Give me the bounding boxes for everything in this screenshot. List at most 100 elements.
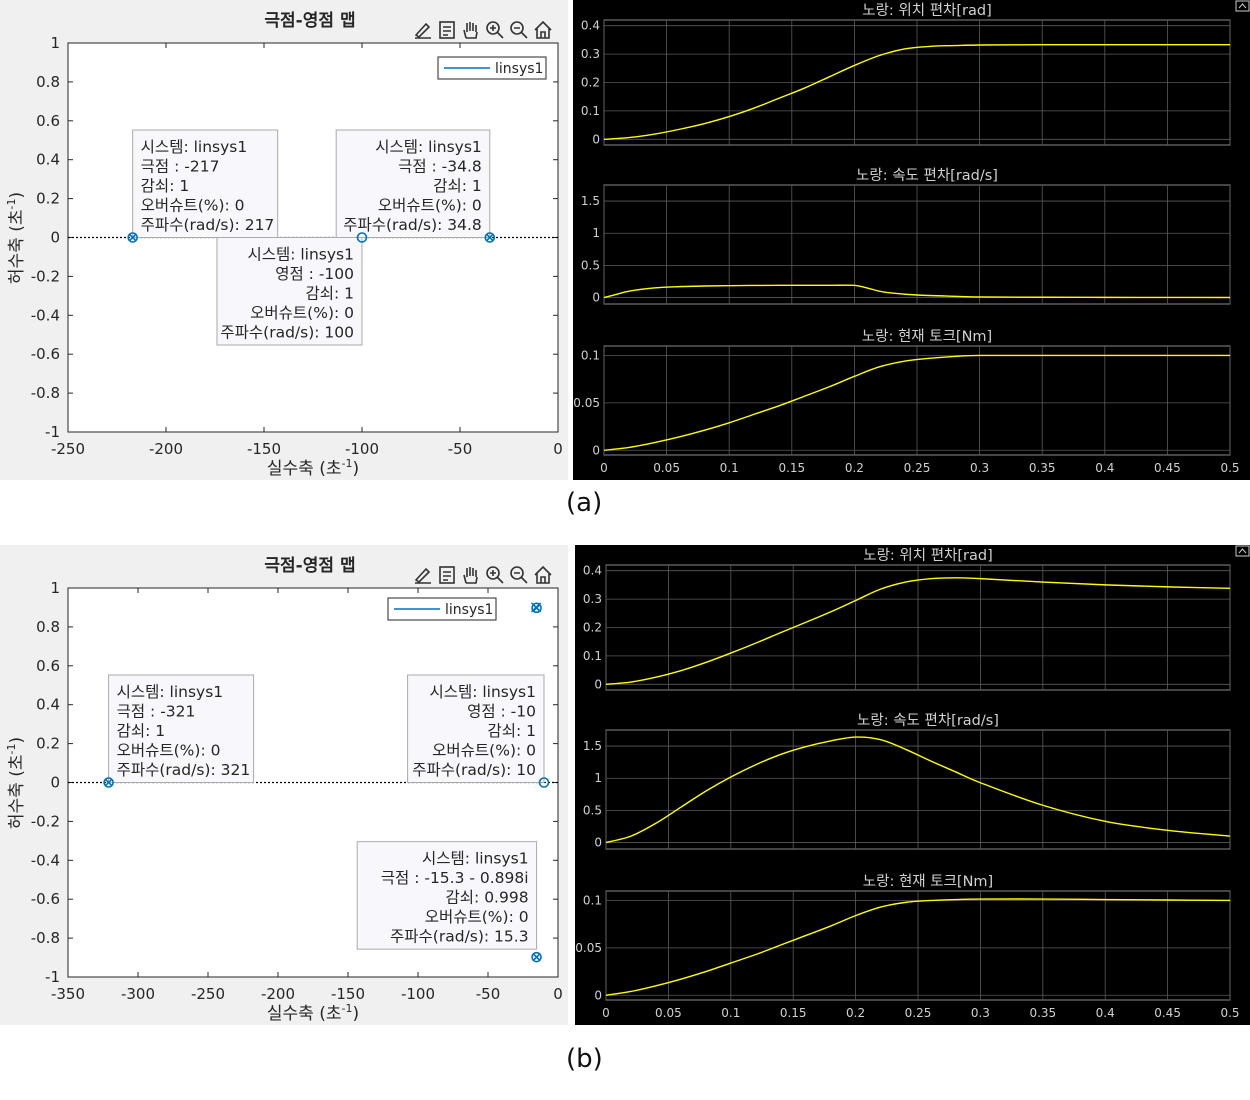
- scope-x-tick-label: 0.4: [1096, 1006, 1115, 1020]
- scope-y-tick-label: 0: [594, 677, 602, 691]
- datatip-line: 감쇠: 0.998: [446, 889, 529, 907]
- scope-x-tick-label: 0.5: [1220, 1006, 1239, 1020]
- scope-y-tick-label: 0.3: [583, 592, 602, 606]
- x-tick-label: -50: [476, 985, 501, 1003]
- x-axis-label: 실수축 (초-1): [267, 1002, 359, 1024]
- scope-y-tick-label: 0.4: [581, 19, 600, 33]
- datatip-line: 감쇠: 1: [141, 177, 190, 195]
- pan-hand-icon[interactable]: [463, 22, 478, 39]
- scope-y-tick-label: 0.4: [583, 564, 602, 578]
- y-tick-label: -0.4: [31, 851, 60, 869]
- scope-y-tick-label: 0.2: [581, 76, 600, 90]
- y-tick-label: 0.8: [36, 618, 60, 636]
- scope-x-tick-label: 0.25: [905, 1006, 932, 1020]
- zoom-out-icon[interactable]: [510, 566, 528, 584]
- scope-panel-b: 노랑: 위치 편차[rad] 0 0.1 0.2 0.3 0.4 노랑: 속도 편차[rad…: [575, 545, 1250, 1025]
- pan-hand-icon[interactable]: [463, 567, 478, 584]
- scope-y-tick-label: 1.5: [583, 739, 602, 753]
- datatip-line: 극점 : -217: [141, 158, 220, 176]
- datatip-icon[interactable]: [439, 566, 455, 584]
- y-tick-label: 0: [50, 229, 60, 247]
- datatip-line: 감쇠: 1: [305, 285, 354, 303]
- datatip-line: 극점 : -34.8: [398, 158, 482, 176]
- scope-x-tick-label: 0.15: [780, 1006, 807, 1020]
- scope-title: 노랑: 위치 편차[rad]: [862, 2, 992, 19]
- scope-chart-b: 노랑: 위치 편차[rad] 0 0.1 0.2 0.3 0.4 노랑: 속도 편차[rad…: [575, 545, 1250, 1020]
- datatip-line: 주파수(rad/s): 321: [117, 761, 251, 779]
- scope-title: 노랑: 속도 편차[rad/s]: [857, 712, 999, 729]
- scope-x-tick-label: 0.15: [778, 461, 805, 475]
- datatip-line: 주파수(rad/s): 15.3: [390, 928, 529, 946]
- scope-y-tick-label: 1: [592, 226, 600, 240]
- home-icon[interactable]: [534, 20, 552, 39]
- datatip-line: 시스템: linsys1: [117, 683, 224, 701]
- pzmap-panel-b: -350 -300 -250 -200 -150 -100 -50 0 -1 -0.8 -0.6 -0…: [0, 545, 568, 1025]
- datatip-line: 오버슈트(%): 0: [117, 742, 221, 760]
- chart-title: 극점-영점 맵: [264, 556, 355, 576]
- datatip-line: 시스템: linsys1: [247, 246, 354, 264]
- scope-y-tick-label: 0.05: [573, 396, 600, 410]
- x-tick-label: -150: [247, 440, 281, 458]
- brush-icon[interactable]: [414, 567, 431, 584]
- scope-y-tick-label: 1.5: [581, 194, 600, 208]
- y-tick-label: 1: [50, 579, 60, 597]
- scope-subplot: 노랑: 위치 편차[rad] 0 0.1 0.2 0.3 0.4: [581, 2, 1231, 146]
- y-axis-label: 허수축 (초-1): [5, 192, 27, 284]
- x-tick-label: -350: [51, 985, 85, 1003]
- home-icon[interactable]: [534, 565, 552, 584]
- x-tick-label: -100: [401, 985, 435, 1003]
- y-axis-label: 허수축 (초-1): [5, 737, 27, 829]
- scope-x-tick-label: 0.1: [720, 461, 739, 475]
- zoom-in-icon[interactable]: [486, 21, 504, 39]
- y-tick-label: 0.6: [36, 657, 60, 675]
- y-tick-label: 0: [50, 774, 60, 792]
- scope-y-tick-label: 1: [594, 771, 602, 785]
- scope-subplot: 노랑: 현재 토크[Nm] 0 0.05 0.1: [575, 873, 1231, 1002]
- datatip-line: 시스템: linsys1: [375, 138, 482, 156]
- scope-x-tick-label: 0.4: [1095, 461, 1114, 475]
- x-tick-label: -150: [331, 985, 365, 1003]
- maximize-icon[interactable]: [1235, 545, 1250, 557]
- scope-title: 노랑: 현재 토크[Nm]: [863, 873, 993, 890]
- scope-x-tick-label: 0.3: [970, 461, 989, 475]
- scope-x-tick-label: 0.25: [904, 461, 931, 475]
- x-tick-label: -100: [345, 440, 379, 458]
- y-tick-label: -0.8: [31, 929, 60, 947]
- datatip-icon[interactable]: [439, 21, 455, 39]
- x-tick-label: -200: [261, 985, 295, 1003]
- scope-subplot: 노랑: 속도 편차[rad/s] 0 0.5 1 1.5: [581, 167, 1231, 305]
- datatip-line: 주파수(rad/s): 34.8: [343, 216, 482, 234]
- datatip-line: 주파수(rad/s): 10: [412, 761, 536, 779]
- scope-chart-a: 노랑: 위치 편차[rad] 0 0.1 0.2 0.3 0.4 노랑: 속도 편차[rad…: [573, 0, 1250, 475]
- scope-x-tick-label: 0.1: [721, 1006, 740, 1020]
- brush-icon[interactable]: [414, 22, 431, 39]
- pzmap-chart-b: -350 -300 -250 -200 -150 -100 -50 0 -1 -0.8 -0.6 -0…: [5, 556, 563, 1024]
- legend-label: linsys1: [495, 61, 543, 77]
- datatip: 시스템: linsys1 영점 : -10감쇠: 1 오버슈트(%): 0주파수(r…: [407, 674, 545, 783]
- y-tick-label: -0.2: [31, 267, 60, 285]
- scope-x-tick-label: 0.05: [653, 461, 680, 475]
- y-tick-label: -1: [45, 968, 60, 986]
- scope-subplot: 노랑: 현재 토크[Nm] 0 0.05 0.1: [573, 328, 1231, 457]
- maximize-icon[interactable]: [1235, 0, 1250, 12]
- legend[interactable]: linsys1: [437, 56, 547, 80]
- scope-y-tick-label: 0: [592, 132, 600, 146]
- scope-subplot: 노랑: 위치 편차[rad] 0 0.1 0.2 0.3 0.4: [583, 547, 1231, 691]
- legend[interactable]: linsys1: [387, 597, 497, 621]
- scope-x-tick-label: 0.35: [1029, 1006, 1056, 1020]
- scope-x-tick-label: 0.2: [845, 461, 864, 475]
- datatip-line: 오버슈트(%): 0: [250, 304, 354, 322]
- zoom-out-icon[interactable]: [510, 21, 528, 39]
- y-tick-label: 0.2: [36, 190, 60, 208]
- x-tick-label: -200: [149, 440, 183, 458]
- scope-y-tick-label: 0.1: [583, 893, 602, 907]
- figure-caption-b: (b): [566, 1044, 603, 1074]
- datatip-line: 오버슈트(%): 0: [425, 908, 529, 926]
- scope-y-tick-label: 0.1: [581, 104, 600, 118]
- y-tick-label: 0.6: [36, 112, 60, 130]
- datatip: 시스템: linsys1영점 : -100 감쇠: 1오버슈트(%): 0 주파수(…: [216, 237, 363, 346]
- x-tick-label: 0: [553, 985, 563, 1003]
- scope-title: 노랑: 현재 토크[Nm]: [862, 328, 992, 345]
- datatip: 시스템: linsys1 극점 : -321감쇠: 1 오버슈트(%): 0주파수(…: [108, 674, 255, 783]
- zoom-in-icon[interactable]: [486, 566, 504, 584]
